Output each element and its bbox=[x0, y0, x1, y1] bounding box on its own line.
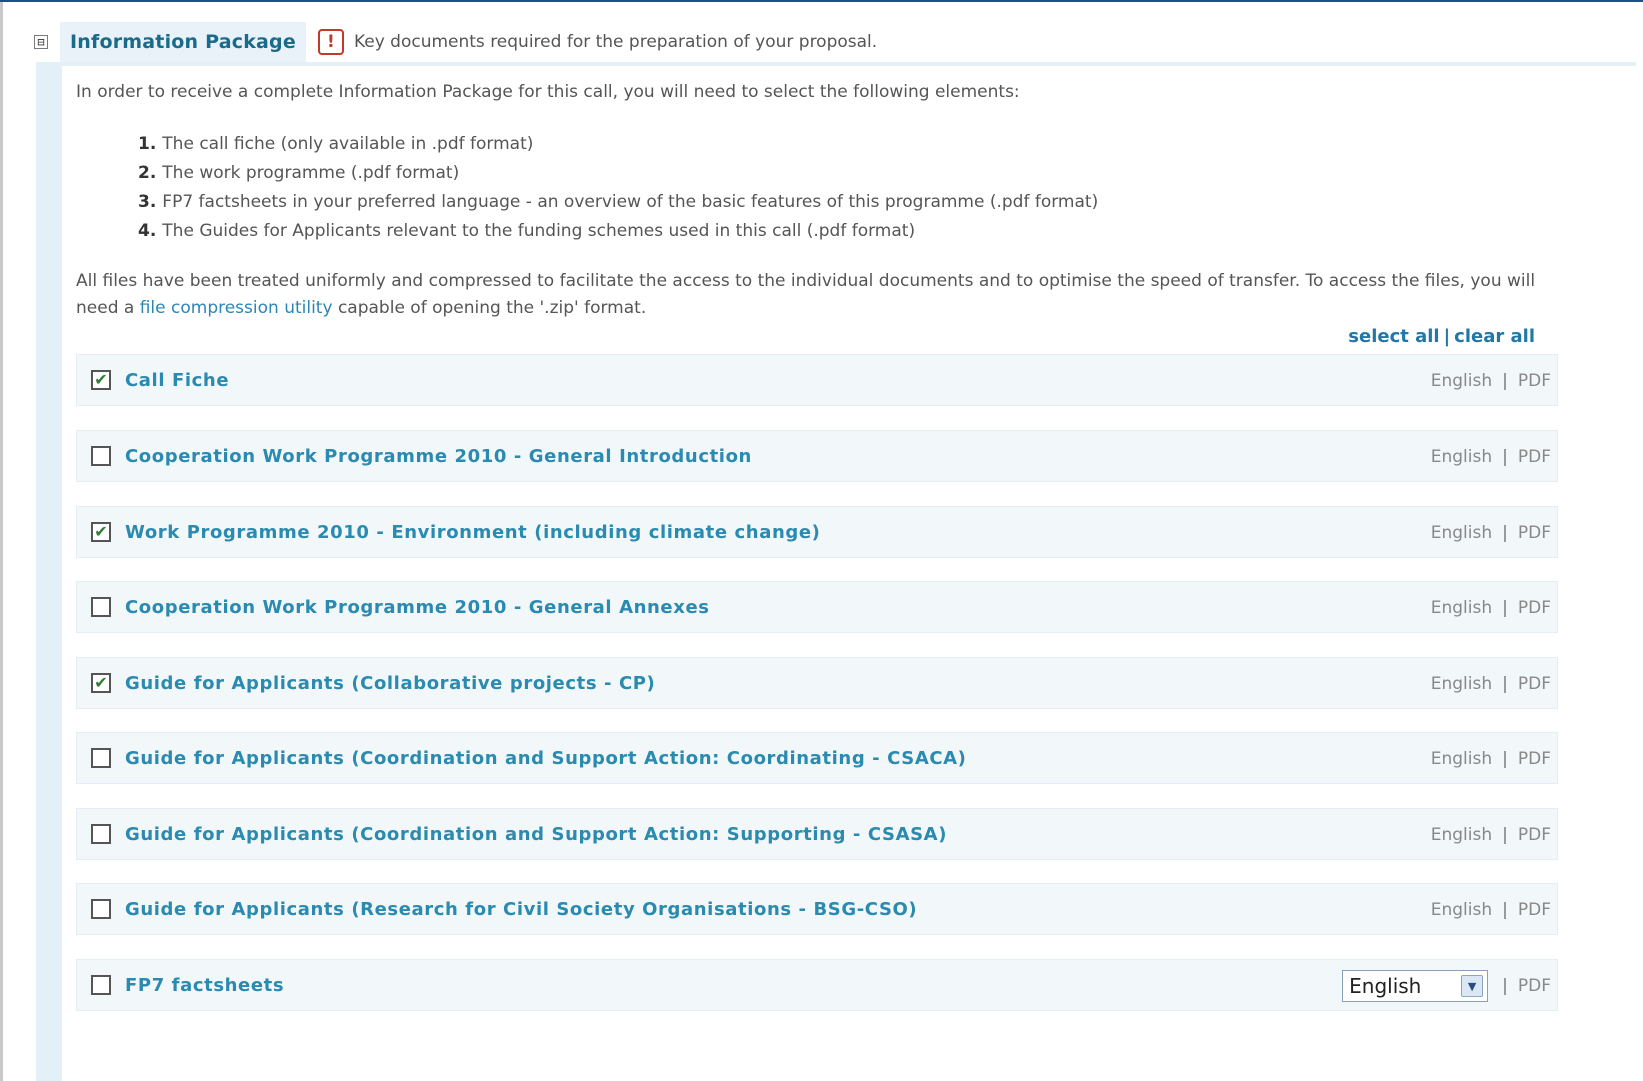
document-language: English bbox=[1430, 598, 1493, 618]
document-format: PDF bbox=[1517, 749, 1551, 769]
document-row-guide-csaca: Guide for Applicants (Coordination and S… bbox=[76, 732, 1558, 784]
top-rule bbox=[0, 0, 1643, 2]
list-number: 3. bbox=[138, 192, 157, 212]
meta-separator: | bbox=[1502, 674, 1508, 694]
document-meta: English ▼ | PDF bbox=[1342, 960, 1551, 1012]
guide-csaca-checkbox[interactable] bbox=[91, 748, 111, 768]
meta-separator: | bbox=[1502, 371, 1508, 391]
document-row-guide-bsg-cso: Guide for Applicants (Research for Civil… bbox=[76, 883, 1558, 935]
document-row-general-annexes: Cooperation Work Programme 2010 - Genera… bbox=[76, 581, 1558, 633]
language-select-value: English bbox=[1349, 974, 1422, 998]
select-all-link[interactable]: select all bbox=[1348, 326, 1439, 347]
list-text: The Guides for Applicants relevant to th… bbox=[162, 221, 916, 241]
document-row-guide-cp: ✔ Guide for Applicants (Collaborative pr… bbox=[76, 657, 1558, 709]
document-language: English bbox=[1430, 447, 1493, 467]
document-row-environment: ✔ Work Programme 2010 - Environment (inc… bbox=[76, 506, 1558, 558]
guide-csasa-checkbox[interactable] bbox=[91, 824, 111, 844]
document-title[interactable]: Call Fiche bbox=[125, 370, 229, 391]
list-number: 4. bbox=[138, 221, 157, 241]
document-meta: English | PDF bbox=[1431, 884, 1551, 936]
document-row-call-fiche: ✔ Call Fiche English | PDF bbox=[76, 354, 1558, 406]
document-meta: English | PDF bbox=[1431, 355, 1551, 407]
fp7-factsheets-checkbox[interactable] bbox=[91, 975, 111, 995]
guide-cp-checkbox[interactable]: ✔ bbox=[91, 673, 111, 693]
document-meta: English | PDF bbox=[1431, 733, 1551, 785]
document-meta: English | PDF bbox=[1431, 809, 1551, 861]
document-title[interactable]: FP7 factsheets bbox=[125, 975, 284, 996]
guide-bsg-cso-checkbox[interactable] bbox=[91, 899, 111, 919]
document-title[interactable]: Cooperation Work Programme 2010 - Genera… bbox=[125, 597, 710, 618]
document-format: PDF bbox=[1517, 674, 1551, 694]
document-row-fp7-factsheets: FP7 factsheets English ▼ | PDF bbox=[76, 959, 1558, 1011]
intro-text: In order to receive a complete Informati… bbox=[76, 82, 1020, 102]
list-item: 4. The Guides for Applicants relevant to … bbox=[138, 217, 1098, 246]
file-compression-utility-link[interactable]: file compression utility bbox=[140, 298, 333, 318]
document-row-guide-csasa: Guide for Applicants (Coordination and S… bbox=[76, 808, 1558, 860]
alert-icon: ! bbox=[317, 29, 344, 55]
list-text: The work programme (.pdf format) bbox=[162, 163, 460, 183]
window-left-border bbox=[0, 0, 3, 1081]
document-title[interactable]: Cooperation Work Programme 2010 - Genera… bbox=[125, 446, 752, 467]
general-introduction-checkbox[interactable] bbox=[91, 446, 111, 466]
section-description: Key documents required for the preparati… bbox=[353, 32, 878, 52]
document-title[interactable]: Guide for Applicants (Collaborative proj… bbox=[125, 673, 655, 694]
selection-actions: select all | clear all bbox=[1348, 326, 1535, 347]
document-meta: English | PDF bbox=[1431, 582, 1551, 634]
document-title[interactable]: Guide for Applicants (Coordination and S… bbox=[125, 748, 967, 769]
document-language: English bbox=[1430, 825, 1493, 845]
list-item: 2. The work programme (.pdf format) bbox=[138, 159, 1098, 188]
document-language: English bbox=[1430, 371, 1493, 391]
meta-separator: | bbox=[1502, 749, 1508, 769]
section-title[interactable]: Information Package bbox=[60, 22, 306, 62]
meta-separator: | bbox=[1502, 900, 1508, 920]
document-language: English bbox=[1430, 749, 1493, 769]
meta-separator: | bbox=[1502, 523, 1508, 543]
document-format: PDF bbox=[1517, 976, 1551, 996]
document-language: English bbox=[1430, 674, 1493, 694]
clear-all-link[interactable]: clear all bbox=[1454, 326, 1535, 347]
collapse-toggle-icon[interactable]: ⊟ bbox=[34, 35, 48, 49]
chevron-down-icon[interactable]: ▼ bbox=[1461, 975, 1484, 997]
meta-separator: | bbox=[1502, 976, 1508, 996]
document-meta: English | PDF bbox=[1431, 507, 1551, 559]
document-format: PDF bbox=[1517, 825, 1551, 845]
document-format: PDF bbox=[1517, 598, 1551, 618]
list-text: The call fiche (only available in .pdf f… bbox=[162, 134, 534, 154]
environment-checkbox[interactable]: ✔ bbox=[91, 522, 111, 542]
document-language: English bbox=[1430, 900, 1493, 920]
list-item: 1. The call fiche (only available in .pdf… bbox=[138, 130, 1098, 159]
requirements-list: 1. The call fiche (only available in .pdf… bbox=[138, 130, 1098, 246]
list-number: 2. bbox=[138, 163, 157, 183]
list-number: 1. bbox=[138, 134, 157, 154]
meta-separator: | bbox=[1502, 447, 1508, 467]
list-text: FP7 factsheets in your preferred languag… bbox=[162, 192, 1099, 212]
list-item: 3. FP7 factsheets in your preferred langu… bbox=[138, 188, 1098, 217]
call-fiche-checkbox[interactable]: ✔ bbox=[91, 370, 111, 390]
document-format: PDF bbox=[1517, 523, 1551, 543]
document-format: PDF bbox=[1517, 371, 1551, 391]
document-title[interactable]: Guide for Applicants (Coordination and S… bbox=[125, 824, 947, 845]
action-separator: | bbox=[1443, 326, 1451, 347]
general-annexes-checkbox[interactable] bbox=[91, 597, 111, 617]
document-title[interactable]: Work Programme 2010 - Environment (inclu… bbox=[125, 522, 821, 543]
document-title[interactable]: Guide for Applicants (Research for Civil… bbox=[125, 899, 917, 920]
files-note: All files have been treated uniformly an… bbox=[76, 268, 1556, 322]
section-header: ⊟ Information Package ! Key documents re… bbox=[34, 22, 1634, 62]
document-format: PDF bbox=[1517, 900, 1551, 920]
document-meta: English | PDF bbox=[1431, 431, 1551, 483]
meta-separator: | bbox=[1502, 825, 1508, 845]
language-select[interactable]: English ▼ bbox=[1342, 970, 1489, 1002]
document-meta: English | PDF bbox=[1431, 658, 1551, 710]
meta-separator: | bbox=[1502, 598, 1508, 618]
files-note-text-end: capable of opening the '.zip' format. bbox=[332, 298, 647, 318]
document-row-general-introduction: Cooperation Work Programme 2010 - Genera… bbox=[76, 430, 1558, 482]
document-format: PDF bbox=[1517, 447, 1551, 467]
document-language: English bbox=[1430, 523, 1493, 543]
